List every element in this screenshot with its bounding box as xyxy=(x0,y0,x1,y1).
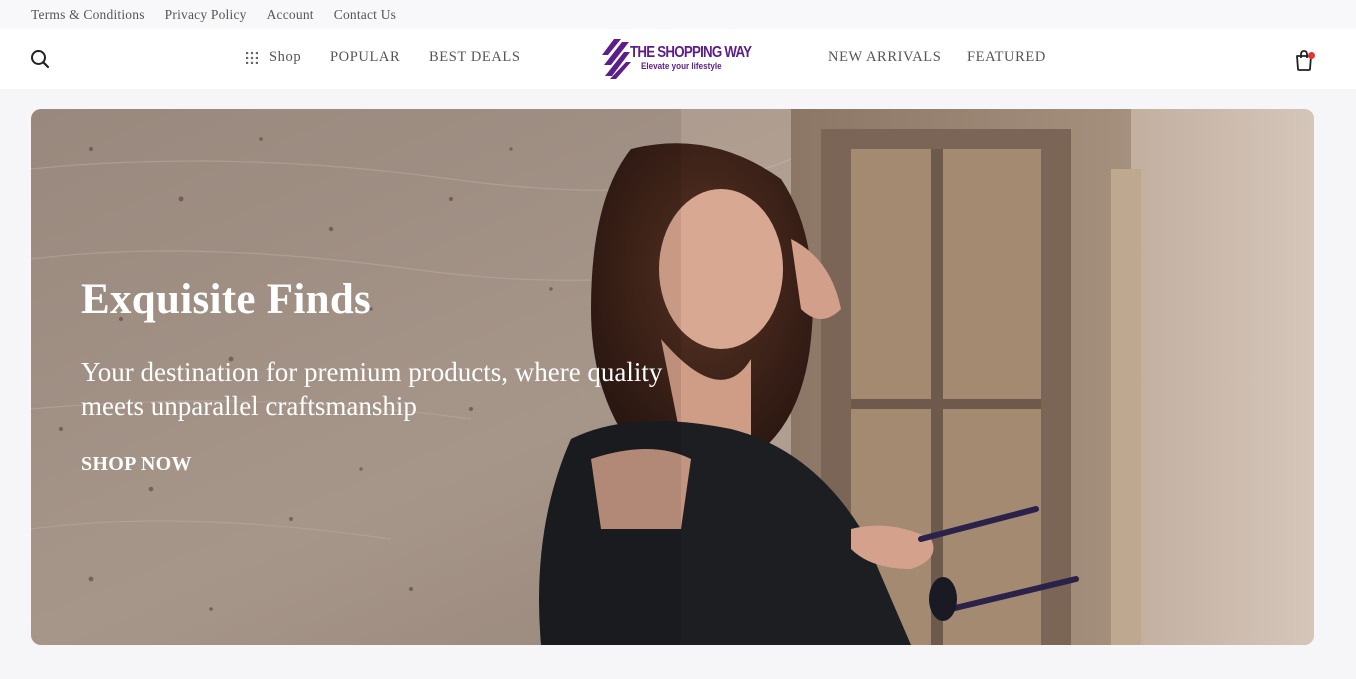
grid-icon xyxy=(246,52,258,64)
nav-new-arrivals[interactable]: NEW ARRIVALS xyxy=(828,49,941,66)
nav-shop[interactable]: Shop xyxy=(269,49,301,66)
contact-link[interactable]: Contact Us xyxy=(334,7,396,23)
search-button[interactable] xyxy=(29,48,51,70)
privacy-link[interactable]: Privacy Policy xyxy=(165,7,247,23)
hero-subtitle: Your destination for premium products, w… xyxy=(81,357,663,421)
logo-tagline: Elevate your lifestyle xyxy=(641,61,722,71)
nav-popular[interactable]: POPULAR xyxy=(330,49,400,66)
logo-title: THE SHOPPING WAY xyxy=(630,44,752,61)
hero-title: Exquisite Finds xyxy=(81,276,372,323)
terms-link[interactable]: Terms & Conditions xyxy=(31,7,145,23)
site-logo[interactable]: THE SHOPPING WAY Elevate your lifestyle xyxy=(602,38,752,80)
main-navbar: Shop POPULAR BEST DEALS THE SHOPPING WAY… xyxy=(0,29,1356,89)
top-utility-bar: Terms & Conditions Privacy Policy Accoun… xyxy=(0,0,1356,29)
account-link[interactable]: Account xyxy=(267,7,314,23)
nav-best-deals[interactable]: BEST DEALS xyxy=(429,49,521,66)
nav-featured[interactable]: FEATURED xyxy=(967,49,1046,66)
logo-mark-icon xyxy=(602,39,631,79)
hero-banner: Exquisite Finds Your destination for pre… xyxy=(31,109,1314,645)
cart-badge xyxy=(1308,52,1315,59)
shop-now-button[interactable]: SHOP NOW xyxy=(81,453,192,476)
search-icon xyxy=(31,50,50,69)
